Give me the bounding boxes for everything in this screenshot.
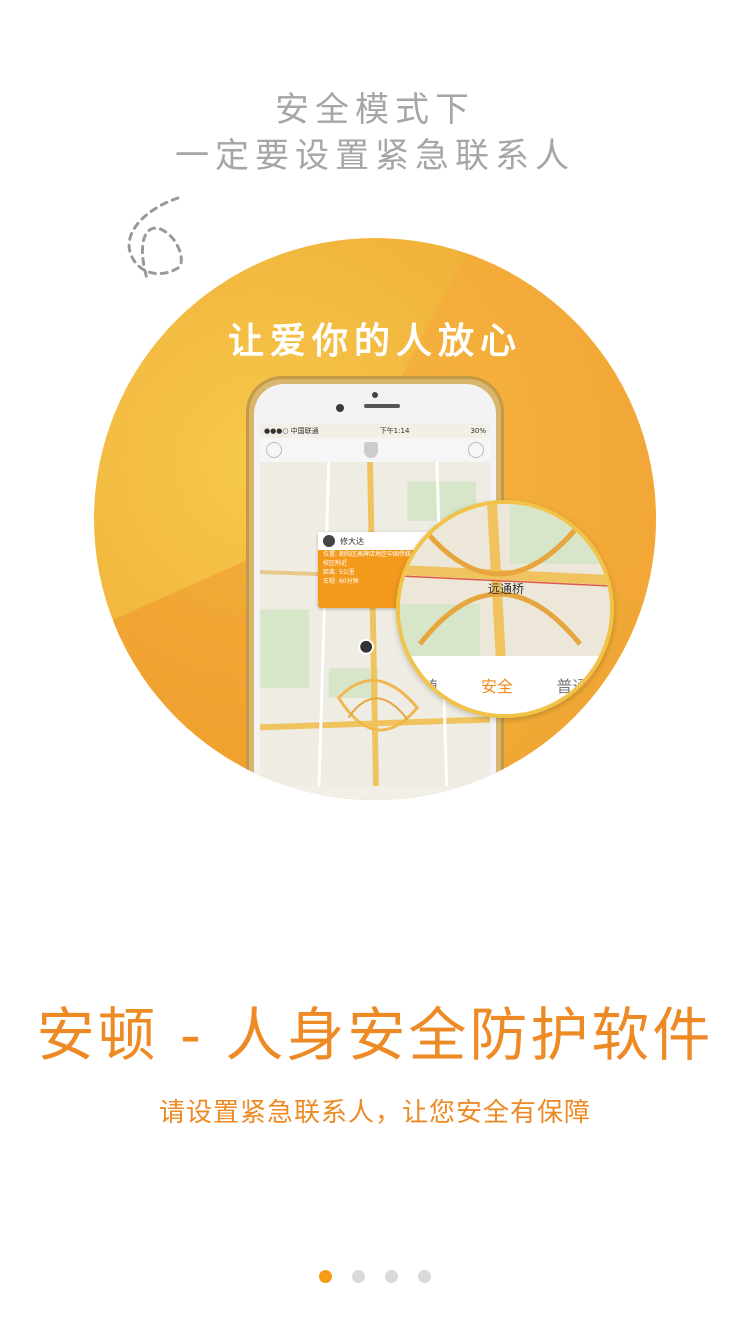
dashed-heart-doodle-icon bbox=[127, 196, 183, 284]
drive-value: 60分钟 bbox=[338, 578, 359, 585]
status-time: 下午1:14 bbox=[379, 427, 410, 435]
avatar bbox=[322, 534, 336, 548]
pagination-dots[interactable] bbox=[0, 1270, 750, 1283]
zoomed-tab-bar: 随 安全 普通 bbox=[400, 656, 610, 714]
sensor-icon bbox=[336, 404, 344, 412]
drive-label: 车程: bbox=[323, 578, 338, 585]
page-dot-3[interactable] bbox=[385, 1270, 398, 1283]
road-label: 远通桥 bbox=[488, 582, 525, 596]
front-camera-icon bbox=[372, 392, 378, 398]
distance-label: 距离: bbox=[323, 569, 338, 576]
shield-icon bbox=[364, 442, 378, 458]
page-title: 安顿 - 人身安全防护软件 bbox=[36, 1001, 714, 1069]
zoomed-tab-follow: 随 bbox=[421, 677, 438, 696]
status-battery: 30% bbox=[470, 427, 486, 435]
park-area bbox=[260, 609, 310, 689]
alert-icon bbox=[468, 442, 484, 458]
status-bar: ●●●○ 中国联通 下午1:14 30% bbox=[260, 424, 490, 438]
page-dot-1[interactable] bbox=[319, 1270, 332, 1283]
speaker-grille bbox=[364, 404, 400, 408]
contact-name: 修大达 bbox=[340, 536, 364, 546]
status-carrier: ●●●○ 中国联通 bbox=[264, 427, 319, 435]
hero-illustration: 让爱你的人放心 ●●●○ 中国联通 下午1:14 30% 修大达 位置: 朝阳区… bbox=[94, 238, 656, 800]
headline-line-2: 一定要设置紧急联系人 bbox=[175, 136, 575, 176]
user-location-marker bbox=[358, 638, 375, 655]
app-top-bar bbox=[260, 438, 490, 463]
zoomed-tab-normal: 普通 bbox=[556, 677, 589, 696]
headline-line-1: 安全模式下 bbox=[275, 90, 475, 130]
magnifier-zoom: 远通桥 随 安全 普通 bbox=[396, 500, 614, 718]
page-dot-4[interactable] bbox=[418, 1270, 431, 1283]
page-subtitle: 请设置紧急联系人，让您安全有保障 bbox=[158, 1098, 591, 1128]
page-dot-2[interactable] bbox=[352, 1270, 365, 1283]
profile-icon bbox=[266, 442, 282, 458]
location-label: 位置: bbox=[323, 551, 338, 558]
park-area bbox=[328, 668, 378, 698]
zoomed-tab-safety: 安全 bbox=[480, 677, 513, 696]
distance-value: 5公里 bbox=[338, 569, 355, 576]
illustration-caption: 让爱你的人放心 bbox=[227, 321, 522, 362]
